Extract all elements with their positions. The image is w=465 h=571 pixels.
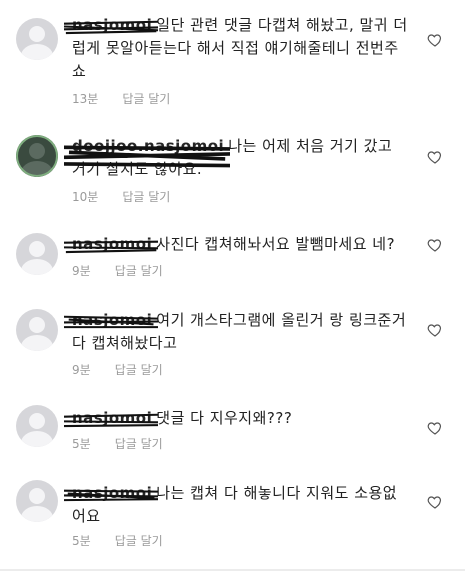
- comment-item: nasjomoi 사진다 캡쳐해놔서요 발뺌마세요 네? 9분 답글 달기: [0, 215, 465, 295]
- avatar[interactable]: [16, 233, 58, 275]
- avatar[interactable]: [16, 309, 58, 351]
- avatar[interactable]: [16, 405, 58, 447]
- reply-button[interactable]: 답글 달기: [122, 92, 170, 106]
- comment-item: nasjomoi 일단 관련 댓글 다캡쳐 해놨고, 말귀 더럽게 못알아듣는다…: [0, 0, 465, 115]
- reply-button[interactable]: 답글 달기: [115, 264, 163, 278]
- reply-button[interactable]: 답글 달기: [115, 363, 163, 377]
- comment-time: 13분: [72, 92, 99, 106]
- comment-item: nasjomoi 여기 개스타그램에 올린거 랑 링크준거 다 캡쳐해놨다고 9…: [0, 295, 465, 395]
- avatar[interactable]: [16, 480, 58, 522]
- heart-icon[interactable]: [427, 420, 443, 436]
- redaction-scribble: [64, 315, 159, 329]
- comment-username[interactable]: nasjomoi: [64, 14, 159, 37]
- comment-username[interactable]: nasjomoi: [64, 309, 159, 332]
- heart-icon[interactable]: [427, 322, 443, 338]
- comment-username[interactable]: nasjomoi: [64, 482, 159, 505]
- redaction-scribble: [64, 489, 159, 502]
- comment-text: 사진다 캡쳐해놔서요 발뺌마세요 네?: [156, 235, 396, 253]
- avatar[interactable]: [16, 135, 58, 177]
- comment-text: 댓글 다 지우지왜???: [156, 409, 293, 427]
- heart-icon[interactable]: [427, 32, 443, 48]
- redaction-scribble: [64, 413, 159, 428]
- reply-button[interactable]: 답글 달기: [115, 437, 163, 451]
- comment-time: 5분: [72, 437, 91, 451]
- heart-icon[interactable]: [427, 494, 443, 510]
- comment-username[interactable]: doojjoo.nasjomoi: [64, 135, 231, 168]
- heart-icon[interactable]: [427, 237, 443, 253]
- reply-button[interactable]: 답글 달기: [122, 190, 170, 204]
- comment-username[interactable]: nasjomoi: [64, 233, 159, 256]
- redaction-scribble: [64, 145, 231, 168]
- comment-username[interactable]: nasjomoi: [64, 407, 159, 430]
- reply-button[interactable]: 답글 달기: [115, 534, 163, 548]
- comment-item: nasjomoi 나는 캡쳐 다 해놓니다 지워도 소용없어요 5분 답글 달기: [0, 470, 465, 571]
- comment-time: 5분: [72, 534, 91, 548]
- heart-icon[interactable]: [427, 149, 443, 165]
- redaction-scribble: [64, 20, 159, 35]
- avatar[interactable]: [16, 18, 58, 60]
- comment-time: 9분: [72, 264, 91, 278]
- comment-item: doojjoo.nasjomoi 나는 어제 처음 거기 갔고 거기 살지도 않…: [0, 115, 465, 215]
- redaction-scribble: [64, 240, 159, 254]
- comment-time: 10분: [72, 190, 99, 204]
- comment-time: 9분: [72, 363, 91, 377]
- comment-item: nasjomoi 댓글 다 지우지왜??? 5분 답글 달기: [0, 395, 465, 470]
